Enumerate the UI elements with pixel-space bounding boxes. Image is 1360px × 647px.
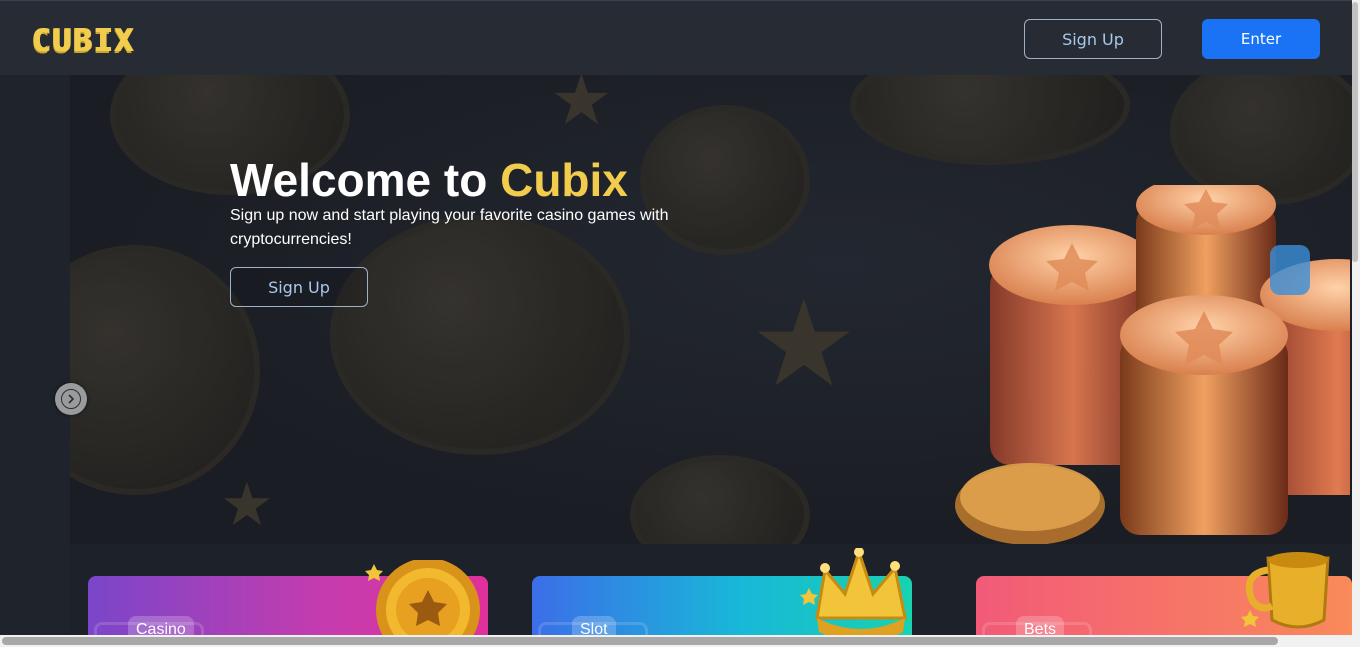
hero-subtitle: Sign up now and start playing your favor… [230, 207, 669, 248]
crown-icon [800, 548, 907, 642]
horizontal-scrollbar-thumb[interactable] [2, 637, 1278, 645]
background-coin [630, 455, 810, 544]
top-header: CUBIX Sign Up Enter [0, 0, 1352, 75]
coin-stack-illustration [955, 185, 1350, 544]
gold-coin-icon [365, 560, 480, 647]
vertical-scrollbar[interactable] [1352, 0, 1360, 635]
hero-title-accent: Cubix [500, 154, 628, 206]
background-coin [850, 75, 1130, 165]
slide-next-button[interactable] [55, 383, 87, 415]
left-sidebar-strip [0, 75, 70, 635]
chevron-right-icon [61, 389, 81, 409]
background-star-icon: ★ [220, 470, 274, 540]
hero-title: Welcome to Cubix [230, 153, 628, 207]
horizontal-scrollbar[interactable] [0, 635, 1360, 647]
background-star-icon: ★ [750, 275, 858, 414]
hero-signup-button[interactable]: Sign Up [230, 267, 368, 307]
vertical-scrollbar-thumb[interactable] [1352, 2, 1358, 262]
background-star-icon: ★ [550, 75, 613, 141]
hero-banner: ★ ★ ★ Welcome to Cubix Sign up now and s… [70, 75, 1352, 544]
enter-button[interactable]: Enter [1202, 19, 1320, 59]
header-signup-button[interactable]: Sign Up [1024, 19, 1162, 59]
cubix-logo[interactable]: CUBIX [31, 23, 134, 59]
hero-title-prefix: Welcome to [230, 154, 501, 206]
trophy-icon [1241, 552, 1330, 629]
